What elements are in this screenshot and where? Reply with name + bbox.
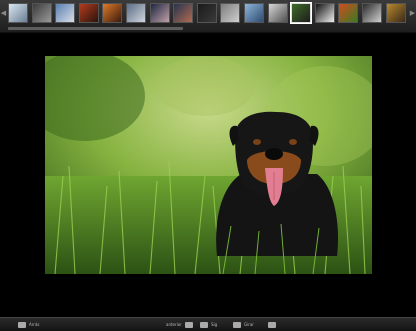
bottom-toolbar: Arrás anterior Sig Girar xyxy=(0,317,416,331)
next-label: Sig xyxy=(211,322,218,327)
thumb-5[interactable] xyxy=(102,3,123,23)
rotate-icon xyxy=(233,321,241,328)
thumb-1[interactable] xyxy=(8,3,28,23)
photo-viewer xyxy=(0,33,416,317)
thumb-12[interactable] xyxy=(267,3,288,23)
thumb-14[interactable] xyxy=(314,3,335,23)
previous-button[interactable]: anterior xyxy=(166,320,196,329)
back-label: Arrás xyxy=(29,322,40,327)
back-button[interactable]: Arrás xyxy=(18,320,40,329)
thumb-11[interactable] xyxy=(244,3,264,23)
fullscreen-button[interactable] xyxy=(268,320,279,329)
thumb-16[interactable] xyxy=(362,3,382,23)
strip-next-arrow[interactable]: ▶ xyxy=(409,0,416,26)
thumb-17[interactable] xyxy=(385,3,406,23)
rotate-label: Girar xyxy=(244,322,254,327)
fullscreen-icon xyxy=(268,321,276,328)
thumb-4[interactable] xyxy=(78,3,99,23)
arrow-left-icon xyxy=(184,321,193,328)
thumb-2[interactable] xyxy=(31,3,52,23)
strip-scroll-thumb[interactable] xyxy=(8,27,183,30)
strip-prev-arrow[interactable]: ◀ xyxy=(0,0,7,26)
previous-label: anterior xyxy=(166,322,182,327)
thumbnail-list xyxy=(8,3,408,25)
thumb-15[interactable] xyxy=(338,3,359,23)
thumb-8[interactable] xyxy=(173,3,194,23)
main-photo[interactable] xyxy=(45,56,372,274)
rottweiler-photo xyxy=(45,56,372,274)
thumb-10[interactable] xyxy=(220,3,241,23)
thumb-3[interactable] xyxy=(55,3,76,23)
thumbnail-strip: ◀ ▶ xyxy=(0,0,416,33)
thumb-7[interactable] xyxy=(149,3,170,23)
strip-scrollbar[interactable] xyxy=(8,27,408,30)
thumb-9[interactable] xyxy=(196,3,217,23)
thumb-13[interactable] xyxy=(291,3,312,23)
gallery-icon xyxy=(18,321,26,328)
thumb-6[interactable] xyxy=(126,3,146,23)
next-button[interactable]: Sig xyxy=(200,320,217,329)
arrow-right-icon xyxy=(200,321,208,328)
rotate-button[interactable]: Girar xyxy=(233,320,254,329)
